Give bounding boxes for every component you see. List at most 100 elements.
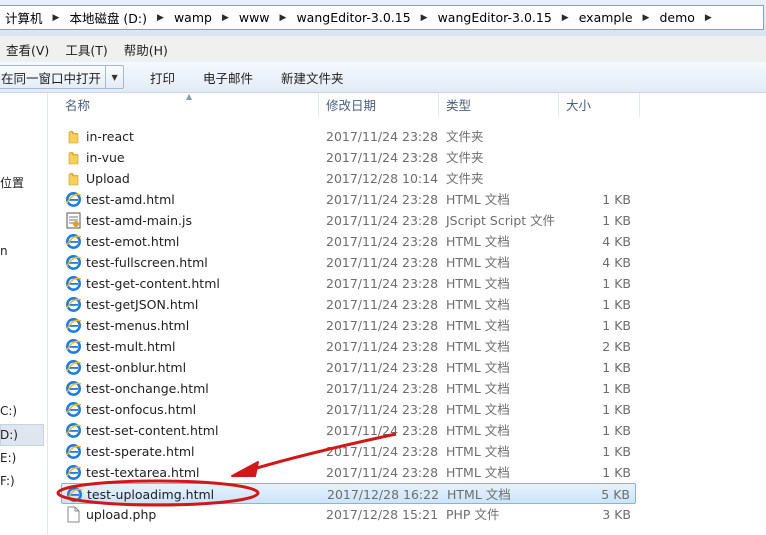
file-name: test-onblur.html (86, 360, 187, 375)
ie-html-icon (65, 359, 82, 376)
breadcrumb-item[interactable]: wamp ▶ (168, 6, 233, 29)
file-date: 2017/12/28 10:14 (326, 171, 439, 186)
chevron-right-icon[interactable]: ▶ (639, 13, 654, 23)
file-name: in-vue (86, 150, 125, 165)
file-row[interactable]: test-onblur.html 2017/11/24 23:28 HTML 文档 1… (61, 357, 636, 378)
ie-html-icon (65, 380, 82, 397)
file-size: 1 KB (602, 276, 631, 291)
file-row[interactable]: test-amd-main.js 2017/11/24 23:28 JScript … (61, 210, 636, 231)
chevron-right-icon[interactable]: ▶ (558, 13, 573, 23)
file-name: test-getJSON.html (86, 297, 199, 312)
nav-item[interactable]: n (0, 244, 8, 258)
file-date: 2017/12/28 16:22 (327, 487, 440, 502)
file-row[interactable]: test-emot.html 2017/11/24 23:28 HTML 文档 4 K… (61, 231, 636, 252)
file-type: 文件夹 (446, 129, 484, 144)
column-divider[interactable] (318, 93, 319, 117)
file-size: 1 KB (602, 213, 631, 228)
breadcrumb-label: wangEditor-3.0.15 (437, 10, 552, 25)
ie-html-icon (65, 191, 82, 208)
chevron-down-icon[interactable]: ▼ (105, 66, 123, 88)
file-name: test-fullscreen.html (86, 255, 208, 270)
chevron-right-icon[interactable]: ▶ (153, 13, 168, 23)
breadcrumb-item[interactable]: www ▶ (233, 6, 291, 29)
file-row[interactable]: test-getJSON.html 2017/11/24 23:28 HTML 文档… (61, 294, 636, 315)
breadcrumb-label: wangEditor-3.0.15 (296, 10, 411, 25)
chevron-right-icon[interactable]: ▶ (218, 13, 233, 23)
chevron-right-icon[interactable]: ▶ (417, 13, 432, 23)
chevron-right-icon[interactable]: ▶ (701, 13, 716, 23)
column-type[interactable]: 类型 (446, 93, 471, 117)
file-type: HTML 文档 (446, 297, 510, 312)
column-header: ▲ 名称 修改日期 类型 大小 (48, 92, 766, 117)
file-row[interactable]: in-vue 2017/11/24 23:28 文件夹 (61, 147, 636, 168)
breadcrumb-item[interactable]: 计算机 ▶ (0, 6, 63, 29)
nav-item-drive-d[interactable]: D:) (0, 428, 18, 442)
nav-item-drive-f[interactable]: F:) (0, 474, 15, 488)
file-name: test-set-content.html (86, 423, 219, 438)
file-row[interactable]: in-react 2017/11/24 23:28 文件夹 (61, 126, 636, 147)
nav-item-drive-c[interactable]: C:) (0, 404, 17, 418)
menu-tools[interactable]: 工具(T) (59, 40, 113, 59)
file-row[interactable]: test-uploadimg.html 2017/12/28 16:22 HTML … (61, 483, 636, 504)
file-row[interactable]: test-get-content.html 2017/11/24 23:28 HTM… (61, 273, 636, 294)
column-date[interactable]: 修改日期 (326, 93, 376, 117)
file-name: Upload (86, 171, 130, 186)
file-name: test-sperate.html (86, 444, 195, 459)
file-type: HTML 文档 (446, 339, 510, 354)
sort-ascending-icon: ▲ (186, 92, 193, 101)
command-toolbar: 在同一窗口中打开 ▼ 打印 电子邮件 新建文件夹 (0, 62, 766, 93)
open-button[interactable]: 在同一窗口中打开 ▼ (0, 65, 125, 89)
column-divider[interactable] (558, 93, 559, 117)
file-type: HTML 文档 (446, 255, 510, 270)
column-divider[interactable] (438, 93, 439, 117)
file-name: test-amd-main.js (86, 213, 192, 228)
file-type: HTML 文档 (446, 465, 510, 480)
ie-html-icon (65, 296, 82, 313)
breadcrumb-item[interactable]: example ▶ (573, 6, 654, 29)
email-button[interactable]: 电子邮件 (189, 68, 267, 87)
file-row[interactable]: test-mult.html 2017/11/24 23:28 HTML 文档 2 K… (61, 336, 636, 357)
new-folder-button[interactable]: 新建文件夹 (267, 68, 358, 87)
file-name: test-menus.html (86, 318, 190, 333)
file-row[interactable]: test-amd.html 2017/11/24 23:28 HTML 文档 1 KB (61, 189, 636, 210)
chevron-right-icon[interactable]: ▶ (49, 13, 64, 23)
ie-html-icon (65, 338, 82, 355)
menu-view[interactable]: 查看(V) (0, 40, 55, 59)
address-bar: 计算机 ▶ 本地磁盘 (D:) ▶ wamp ▶ www ▶ wangEditor-3.… (0, 0, 766, 36)
file-type: HTML 文档 (446, 444, 510, 459)
nav-item-drive-e[interactable]: E:) (0, 451, 16, 465)
breadcrumb[interactable]: 计算机 ▶ 本地磁盘 (D:) ▶ wamp ▶ www ▶ wangEditor-3.… (0, 5, 764, 30)
file-type: HTML 文档 (446, 360, 510, 375)
menu-help[interactable]: 帮助(H) (118, 40, 174, 59)
file-row[interactable]: test-fullscreen.html 2017/11/24 23:28 HTML… (61, 252, 636, 273)
file-row[interactable]: Upload 2017/12/28 10:14 文件夹 (61, 168, 636, 189)
breadcrumb-label: 本地磁盘 (D:) (69, 11, 148, 26)
breadcrumb-label: demo (659, 10, 695, 25)
file-row[interactable]: test-menus.html 2017/11/24 23:28 HTML 文档 1 … (61, 315, 636, 336)
chevron-right-icon[interactable]: ▶ (276, 13, 291, 23)
breadcrumb-item[interactable]: wangEditor-3.0.15 ▶ (432, 6, 573, 29)
file-row[interactable]: test-onfocus.html 2017/11/24 23:28 HTML 文档… (61, 399, 636, 420)
file-row[interactable]: upload.php 2017/12/28 15:21 PHP 文件 3 KB (61, 504, 636, 525)
column-size[interactable]: 大小 (566, 93, 591, 117)
file-row[interactable]: test-onchange.html 2017/11/24 23:28 HTML 文… (61, 378, 636, 399)
file-date: 2017/11/24 23:28 (326, 129, 439, 144)
column-divider[interactable] (639, 93, 640, 117)
ie-html-icon (65, 275, 82, 292)
print-button[interactable]: 打印 (136, 68, 189, 87)
file-name: in-react (86, 129, 134, 144)
breadcrumb-item[interactable]: demo ▶ (653, 6, 715, 29)
file-date: 2017/12/28 15:21 (326, 507, 439, 522)
file-name: upload.php (86, 507, 157, 522)
file-size: 1 KB (602, 192, 631, 207)
breadcrumb-item[interactable]: 本地磁盘 (D:) ▶ (63, 6, 168, 29)
file-name: test-mult.html (86, 339, 176, 354)
column-name[interactable]: 名称 (65, 93, 90, 117)
file-date: 2017/11/24 23:28 (326, 234, 439, 249)
file-row[interactable]: test-textarea.html 2017/11/24 23:28 HTML 文… (61, 462, 636, 483)
nav-item-locations[interactable]: 位置 (0, 174, 24, 191)
file-row[interactable]: test-sperate.html 2017/11/24 23:28 HTML 文档… (61, 441, 636, 462)
file-row[interactable]: test-set-content.html 2017/11/24 23:28 HTM… (61, 420, 636, 441)
file-size: 1 KB (602, 402, 631, 417)
breadcrumb-item[interactable]: wangEditor-3.0.15 ▶ (290, 6, 431, 29)
